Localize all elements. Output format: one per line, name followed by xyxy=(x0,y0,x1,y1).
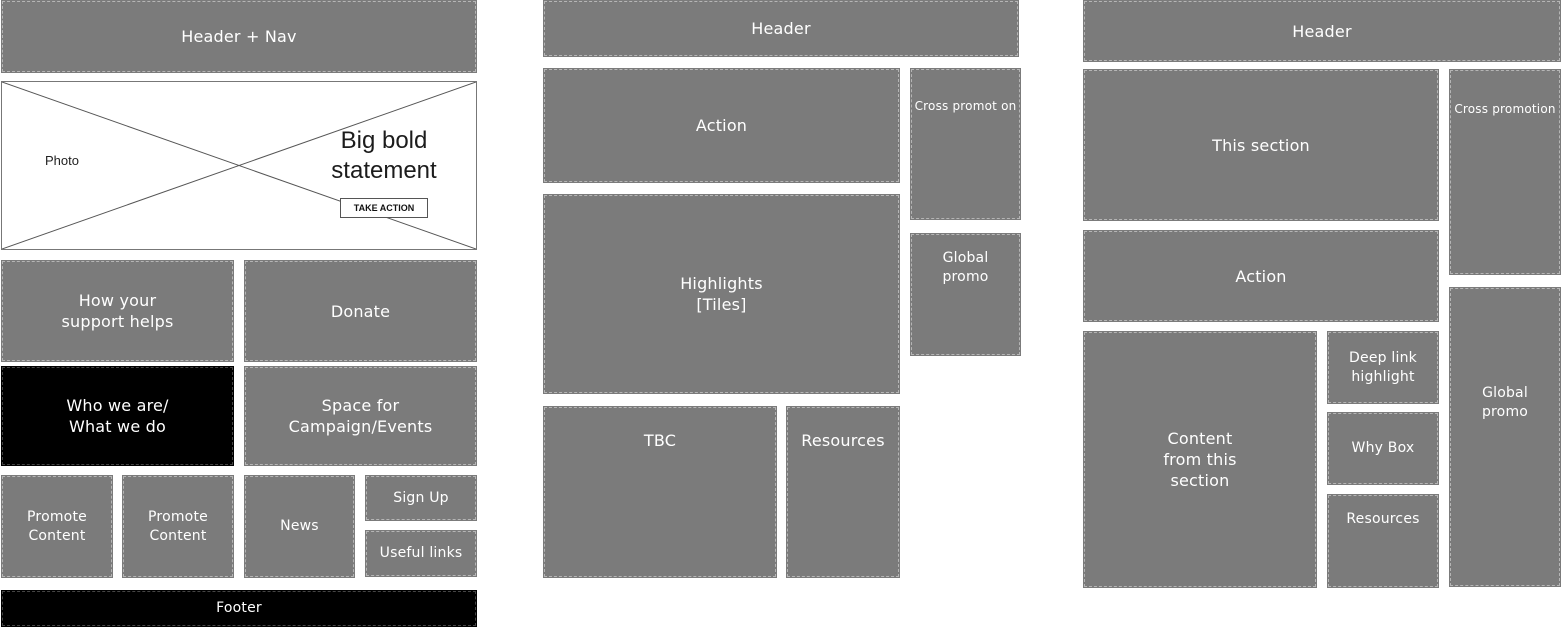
c1-hero-photo-placeholder: Photo Big bold statement TAKE ACTION xyxy=(1,81,477,250)
c1-promote-content-block-2: Promote Content xyxy=(122,475,234,578)
c2-tbc-block: TBC xyxy=(543,406,777,578)
c3-this-section-block: This section xyxy=(1083,69,1439,221)
c1-hero-photo-label: Photo xyxy=(45,153,79,168)
c1-footer-block: Footer xyxy=(1,590,477,627)
c3-header-block: Header xyxy=(1083,0,1561,62)
c1-hero-statement: Big bold statement xyxy=(331,127,437,184)
take-action-button[interactable]: TAKE ACTION xyxy=(340,198,428,218)
c3-deep-link-highlight-block: Deep link highlight xyxy=(1327,331,1439,404)
c1-sign-up-block: Sign Up xyxy=(365,475,477,521)
c1-useful-links-block: Useful links xyxy=(365,530,477,577)
c1-support-helps-block: How your support helps xyxy=(1,260,234,362)
c1-header-nav-block: Header + Nav xyxy=(1,0,477,73)
c2-action-block: Action xyxy=(543,68,900,183)
c2-header-block: Header xyxy=(543,0,1019,57)
c3-content-section-block: Content from this section xyxy=(1083,331,1317,588)
c3-why-box-block: Why Box xyxy=(1327,412,1439,485)
c1-donate-block: Donate xyxy=(244,260,477,362)
c3-resources-block: Resources xyxy=(1327,494,1439,588)
c3-action-block: Action xyxy=(1083,230,1439,322)
c3-cross-promotion-block: Cross promotion xyxy=(1449,69,1561,275)
c2-cross-promotion-block: Cross promot on xyxy=(910,68,1021,220)
c2-resources-block: Resources xyxy=(786,406,900,578)
c3-global-promo-block: Global promo xyxy=(1449,287,1561,587)
c1-promote-content-block-1: Promote Content xyxy=(1,475,113,578)
c2-global-promo-block: Global promo xyxy=(910,233,1021,356)
c1-who-we-are-block: Who we are/ What we do xyxy=(1,366,234,466)
c1-news-block: News xyxy=(244,475,355,578)
c2-highlights-tiles-block: Highlights [Tiles] xyxy=(543,194,900,394)
c1-campaign-events-block: Space for Campaign/Events xyxy=(244,366,477,466)
